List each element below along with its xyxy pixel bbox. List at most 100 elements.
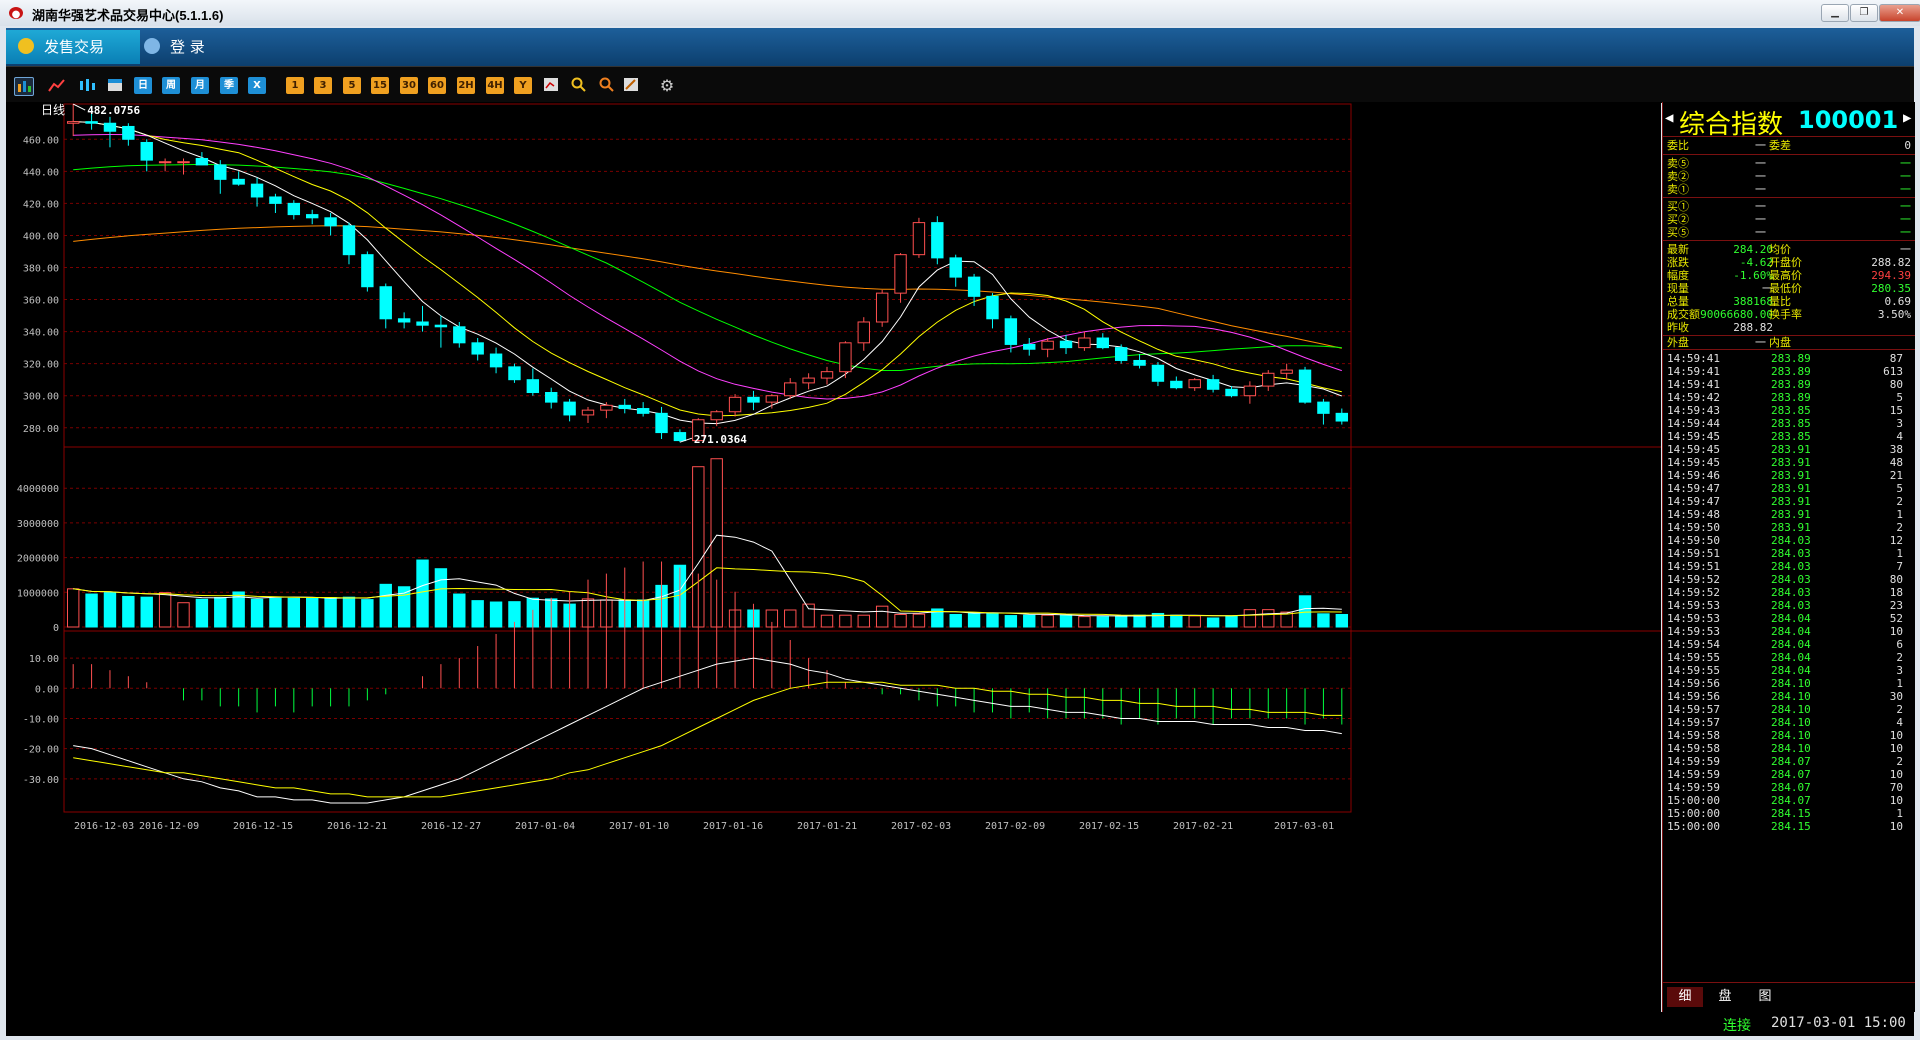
minute-30-button[interactable]: 30 <box>400 77 418 94</box>
close-button[interactable]: ✕ <box>1879 4 1920 22</box>
volume-bar <box>122 595 135 628</box>
price-axis-label: 460.00 <box>23 135 59 146</box>
volume-bar <box>453 593 466 628</box>
candle-body <box>1059 340 1073 349</box>
price-axis-label: 320.00 <box>23 360 59 371</box>
candle-body <box>103 122 117 132</box>
buy-row: 买⑤ 一 一 <box>1663 225 1915 241</box>
volume-axis-label: 0 <box>53 623 59 634</box>
tick-price: 284.15 <box>1771 820 1811 833</box>
candle-body <box>1133 359 1146 366</box>
volume-bar <box>250 598 264 628</box>
macd-axis-label: 10.00 <box>29 654 59 665</box>
tab-detail[interactable]: 细 <box>1667 987 1703 1007</box>
tab-book[interactable]: 盘 <box>1707 987 1743 1007</box>
tab-chart[interactable]: 图 <box>1747 987 1783 1007</box>
volume-bar <box>85 593 98 628</box>
settings-gear-icon[interactable]: ⚙ <box>658 77 676 94</box>
volume-bar <box>1298 595 1312 628</box>
candle-body <box>250 183 264 198</box>
period-quarter-button[interactable]: 季 <box>220 77 238 94</box>
candle-body <box>453 326 466 344</box>
volume-bar <box>839 614 852 628</box>
weicha-value: 0 <box>1904 139 1911 152</box>
next-arrow-icon[interactable]: ▶ <box>1903 110 1911 126</box>
minute-3-button[interactable]: 3 <box>314 77 332 94</box>
candle-body <box>912 222 926 256</box>
high-marker <box>72 103 86 111</box>
low-price-label: 271.0364 <box>694 433 747 446</box>
tab-login[interactable]: 登 录 <box>144 30 244 64</box>
price-axis-label: 360.00 <box>23 296 59 307</box>
period-week-button[interactable]: 周 <box>162 77 180 94</box>
draw-tool-icon[interactable] <box>542 77 560 94</box>
zoom-out-icon[interactable] <box>598 77 616 94</box>
hour-2-button[interactable]: 2H <box>457 77 475 94</box>
volume-bar <box>1023 614 1036 628</box>
volume-bar <box>103 592 117 628</box>
stat-label: 昨收 <box>1667 321 1689 334</box>
candle-body <box>875 292 889 323</box>
date-axis-label: 2017-02-21 <box>1173 821 1233 832</box>
line-chart-icon[interactable] <box>48 77 66 94</box>
date-axis-label: 2017-03-01 <box>1274 821 1334 832</box>
tab-sale-trade[interactable]: 发售交易 <box>6 30 140 64</box>
price-axis-label: 380.00 <box>23 263 59 274</box>
kline-icon[interactable] <box>78 77 96 94</box>
period-month-button[interactable]: 月 <box>191 77 209 94</box>
volume-bar <box>949 614 962 628</box>
year-button[interactable]: Y <box>514 77 532 94</box>
volume-bar <box>1188 615 1201 628</box>
candle-body <box>1004 318 1018 345</box>
candle-body <box>342 225 356 256</box>
buy-level-label: 买⑤ <box>1667 226 1689 239</box>
divider <box>1663 240 1915 241</box>
candle-body <box>1317 401 1330 414</box>
candlestick-chart-icon[interactable] <box>14 77 34 96</box>
ma10-line <box>73 121 1342 417</box>
chart-canvas: 460.00 440.00 420.00 400.00 380.00 360.00 340.… <box>17 103 1661 832</box>
minimize-button[interactable]: ▁ <box>1821 4 1849 22</box>
period-x-button[interactable]: X <box>248 77 266 94</box>
volume-axis-label: 2000000 <box>17 554 59 565</box>
date-axis-label: 2016-12-09 <box>139 821 199 832</box>
candle-body <box>122 125 135 140</box>
divider <box>1663 197 1915 198</box>
prev-arrow-icon[interactable]: ◀ <box>1665 110 1673 126</box>
volume-bar <box>416 559 429 628</box>
maximize-button[interactable]: ❐ <box>1850 4 1878 22</box>
macd-axis-label: -30.00 <box>23 775 59 786</box>
index-name: 综合指数 <box>1679 110 1784 140</box>
volume-bar <box>342 596 356 628</box>
zoom-in-icon[interactable] <box>570 77 588 94</box>
kline-chart[interactable]: 460.00 440.00 420.00 400.00 380.00 360.00 340.… <box>6 102 1661 1012</box>
candle-body <box>1298 369 1312 403</box>
divider <box>1663 349 1915 350</box>
volume-bar <box>1041 614 1054 628</box>
candle-body <box>1023 343 1036 350</box>
notes-icon[interactable] <box>622 77 640 94</box>
date-axis-label: 2017-02-15 <box>1079 821 1139 832</box>
weibi-value: 一 <box>1755 139 1766 152</box>
volume-axis-label: 3000000 <box>17 519 59 530</box>
volume-bar <box>1335 614 1349 628</box>
volume-bar <box>287 597 301 628</box>
window-title: 湖南华强艺术品交易中心(5.1.1.6) <box>32 8 224 23</box>
minute-60-button[interactable]: 60 <box>428 77 446 94</box>
minute-1-button[interactable]: 1 <box>286 77 304 94</box>
minute-15-button[interactable]: 15 <box>371 77 389 94</box>
volume-bar <box>324 597 337 628</box>
svg-text:●: ● <box>12 9 21 20</box>
period-day-button[interactable]: 日 <box>134 77 152 94</box>
candle-body <box>361 254 374 288</box>
volume-bar <box>195 598 209 628</box>
volume-bar <box>1243 609 1257 628</box>
date-axis-label: 2017-01-10 <box>609 821 669 832</box>
candle-body <box>1170 380 1183 389</box>
tick-volume: 10 <box>1889 820 1903 833</box>
hour-4-button[interactable]: 4H <box>486 77 504 94</box>
minute-5-button[interactable]: 5 <box>343 77 361 94</box>
candle-body <box>508 366 521 381</box>
buy-volume: 一 <box>1900 226 1911 239</box>
calendar-icon[interactable] <box>106 77 124 94</box>
